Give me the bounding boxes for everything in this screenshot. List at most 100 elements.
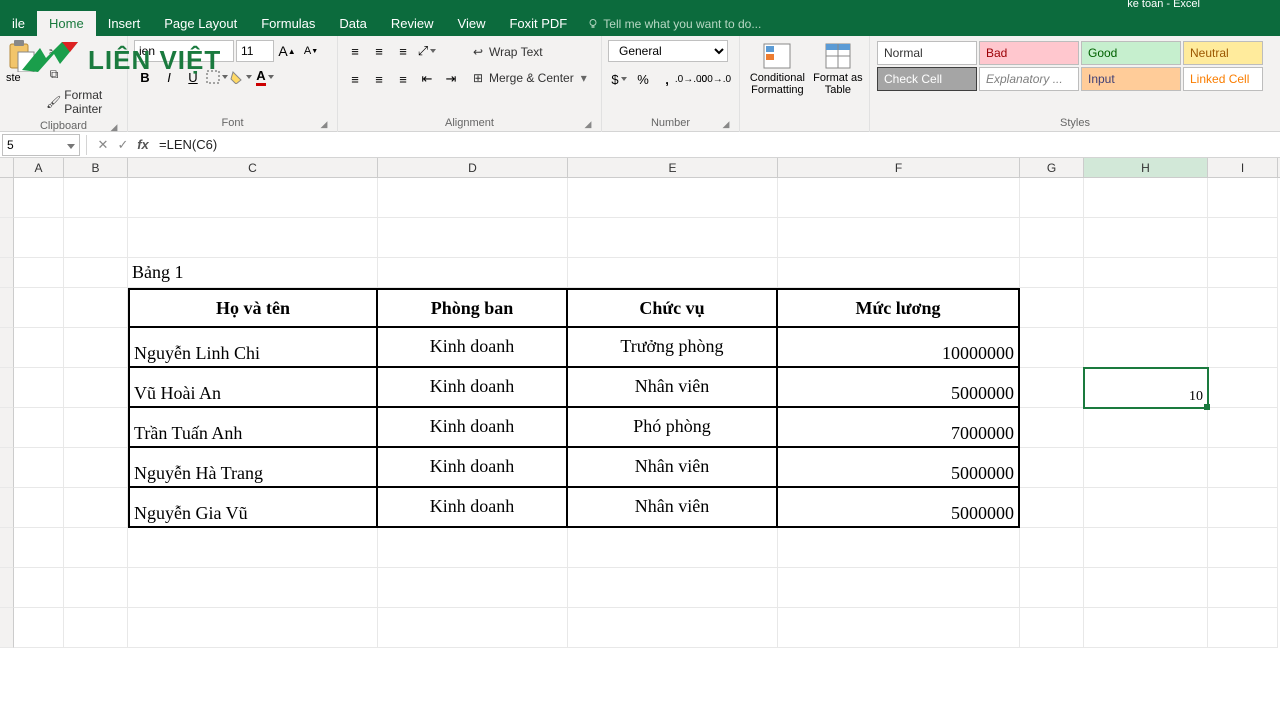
conditional-formatting-button[interactable]: Conditional Formatting (746, 40, 809, 96)
table-row[interactable]: Vũ Hoài An (128, 368, 378, 408)
cell[interactable] (64, 568, 128, 608)
cell[interactable] (778, 528, 1020, 568)
table-row[interactable]: 5000000 (778, 368, 1020, 408)
cell-table-title[interactable]: Bảng 1 (128, 258, 378, 288)
cell[interactable] (1208, 218, 1278, 258)
cell-style-neutral[interactable]: Neutral (1183, 41, 1263, 65)
cell[interactable] (128, 218, 378, 258)
cell[interactable] (778, 258, 1020, 288)
tab-home[interactable]: Home (37, 11, 96, 36)
col-header-G[interactable]: G (1020, 158, 1084, 177)
underline-button[interactable]: U (182, 66, 204, 88)
cell[interactable] (1084, 288, 1208, 328)
table-row[interactable]: Kinh doanh (378, 448, 568, 488)
cell[interactable] (64, 528, 128, 568)
cell[interactable] (64, 448, 128, 488)
clipboard-launcher[interactable]: ◢ (109, 122, 119, 132)
cell[interactable] (1208, 608, 1278, 648)
align-left-button[interactable]: ≡ (344, 68, 366, 90)
table-row[interactable]: Trần Tuấn Anh (128, 408, 378, 448)
cell[interactable] (1208, 368, 1278, 408)
cell-style-linked[interactable]: Linked Cell (1183, 67, 1263, 91)
cell[interactable] (128, 568, 378, 608)
table-row[interactable]: Nguyễn Linh Chi (128, 328, 378, 368)
copy-button[interactable]: ⧉ (42, 64, 121, 84)
cell[interactable] (1208, 448, 1278, 488)
cell[interactable] (378, 178, 568, 218)
col-header-D[interactable]: D (378, 158, 568, 177)
cell[interactable] (1084, 258, 1208, 288)
cell[interactable] (1020, 178, 1084, 218)
cell[interactable] (1020, 328, 1084, 368)
accept-formula-button[interactable]: ✓ (113, 137, 133, 153)
col-header-B[interactable]: B (64, 158, 128, 177)
cell[interactable] (14, 258, 64, 288)
number-launcher[interactable]: ◢ (721, 119, 731, 129)
tell-me-search[interactable]: Tell me what you want to do... (579, 12, 769, 36)
cell-style-input[interactable]: Input (1081, 67, 1181, 91)
cell[interactable] (1084, 178, 1208, 218)
table-row[interactable]: 10000000 (778, 328, 1020, 368)
cell[interactable] (1208, 288, 1278, 328)
cell[interactable] (14, 368, 64, 408)
cell[interactable] (64, 288, 128, 328)
cut-button[interactable]: ✂ (42, 42, 121, 62)
increase-font-button[interactable]: A▲ (276, 40, 298, 62)
cell[interactable] (778, 178, 1020, 218)
cell[interactable] (64, 408, 128, 448)
number-format-select[interactable]: General (608, 40, 728, 62)
font-launcher[interactable]: ◢ (319, 119, 329, 129)
col-header-I[interactable]: I (1208, 158, 1278, 177)
cell[interactable] (778, 218, 1020, 258)
cell[interactable] (1084, 218, 1208, 258)
cell[interactable] (14, 568, 64, 608)
cell[interactable] (64, 258, 128, 288)
cell[interactable] (64, 368, 128, 408)
cell[interactable] (378, 568, 568, 608)
cell-header-dept[interactable]: Phòng ban (378, 288, 568, 328)
cell[interactable] (568, 568, 778, 608)
cell-header-sal[interactable]: Mức lương (778, 288, 1020, 328)
cell[interactable] (1020, 448, 1084, 488)
percent-button[interactable]: % (632, 68, 654, 90)
table-row[interactable]: 5000000 (778, 488, 1020, 528)
cell[interactable] (1020, 258, 1084, 288)
cell[interactable] (568, 608, 778, 648)
cell[interactable] (14, 408, 64, 448)
cell-header-pos[interactable]: Chức vụ (568, 288, 778, 328)
table-row[interactable]: Nhân viên (568, 488, 778, 528)
cell[interactable] (14, 528, 64, 568)
cell[interactable] (14, 488, 64, 528)
cell[interactable] (1020, 368, 1084, 408)
decrease-font-button[interactable]: A▼ (300, 40, 322, 62)
cell-header-name[interactable]: Họ và tên (128, 288, 378, 328)
cancel-formula-button[interactable]: ✕ (93, 137, 113, 153)
table-row[interactable]: Nhân viên (568, 448, 778, 488)
col-header-A[interactable]: A (14, 158, 64, 177)
cell[interactable] (1020, 218, 1084, 258)
paste-button[interactable]: ste (6, 40, 38, 84)
font-size-select[interactable] (236, 40, 274, 62)
cell[interactable] (378, 528, 568, 568)
cell[interactable] (128, 528, 378, 568)
select-all-corner[interactable] (0, 158, 14, 177)
table-row[interactable]: Trưởng phòng (568, 328, 778, 368)
format-painter-button[interactable]: 🖌Format Painter (42, 86, 121, 118)
align-right-button[interactable]: ≡ (392, 68, 414, 90)
align-bottom-button[interactable]: ≡ (392, 40, 414, 62)
cell[interactable] (568, 258, 778, 288)
cell[interactable] (1020, 408, 1084, 448)
cell[interactable] (1208, 528, 1278, 568)
table-row[interactable]: Nhân viên (568, 368, 778, 408)
col-header-F[interactable]: F (778, 158, 1020, 177)
tab-foxit[interactable]: Foxit PDF (497, 11, 579, 36)
insert-function-button[interactable]: fx (133, 137, 153, 152)
cell[interactable] (778, 608, 1020, 648)
cell[interactable] (64, 178, 128, 218)
cell[interactable] (778, 568, 1020, 608)
table-row[interactable]: Nguyễn Hà Trang (128, 448, 378, 488)
tab-formulas[interactable]: Formulas (249, 11, 327, 36)
table-row[interactable]: Kinh doanh (378, 488, 568, 528)
tab-view[interactable]: View (446, 11, 498, 36)
formula-input[interactable]: =LEN(C6) (153, 137, 1280, 152)
